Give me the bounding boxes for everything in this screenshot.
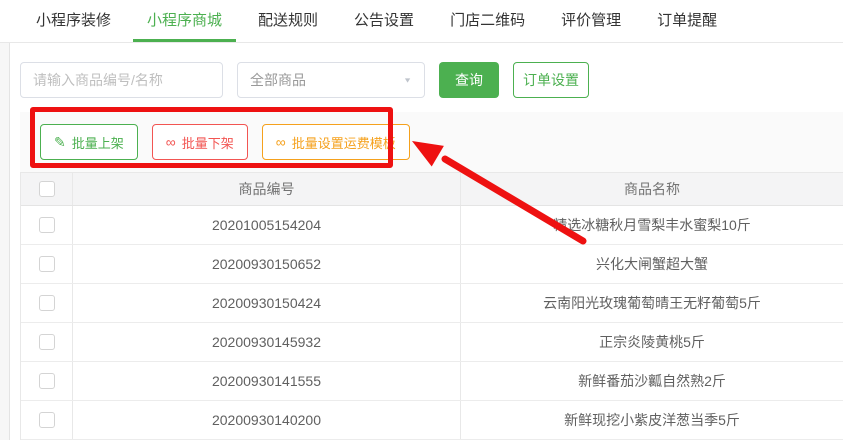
row-checkbox[interactable] [38,295,55,311]
batch-button-label: 批量下架 [181,135,234,151]
search-input[interactable] [20,62,223,98]
row-checkbox-cell [21,245,73,283]
tab[interactable]: 门店二维码 [436,0,539,42]
tab-label: 评价管理 [561,12,622,29]
tab-label: 订单提醒 [657,12,718,29]
category-select-value: 全部商品 [250,72,306,88]
table-row: 20200930150424 云南阳光玫瑰葡萄晴王无籽葡萄5斤 [21,284,843,323]
batch-button-icon: ∞ [275,134,286,150]
tab[interactable]: 评价管理 [547,0,635,42]
table-row: 20200930141555 新鲜番茄沙瓤自然熟2斤 [21,362,843,401]
query-button[interactable]: 查询 [439,62,499,98]
filter-bar: 全部商品 ▼ 查询 订单设置 [20,62,843,98]
product-name-cell: 云南阳光玫瑰葡萄晴王无籽葡萄5斤 [543,295,761,311]
batch-button[interactable]: ∞ 批量设置运费模板 [261,124,410,160]
tab[interactable]: 订单提醒 [643,0,731,42]
column-header-product-id: 商品编号 [73,173,461,205]
row-checkbox[interactable] [38,373,55,389]
row-checkbox-cell [21,284,73,322]
product-name-cell: 新鲜番茄沙瓤自然熟2斤 [578,373,726,389]
batch-button-icon: ∞ [165,134,176,150]
column-header-product-name: 商品名称 [624,181,680,197]
product-id-cell: 20200930141555 [73,362,461,400]
table-row: 20200930140200 新鲜现挖小紫皮洋葱当季5斤 [21,401,843,440]
batch-button-icon: ✎ [54,134,66,150]
batch-button-label: 批量上架 [71,135,124,151]
row-checkbox-cell [21,206,73,244]
product-name-cell: 精选冰糖秋月雪梨丰水蜜梨10斤 [553,217,751,233]
batch-button[interactable]: ✎ 批量上架 [40,124,138,160]
product-id-cell: 20200930145932 [73,323,461,361]
product-name-cell: 兴化大闸蟹超大蟹 [596,256,708,272]
chevron-down-icon: ▼ [403,76,412,84]
product-id-cell: 20201005154204 [73,206,461,244]
row-checkbox[interactable] [38,334,55,350]
tab-label: 门店二维码 [450,12,526,29]
tab-label: 小程序商城 [147,12,223,29]
product-table: 商品编号 商品名称 20201005154204 精选冰糖秋月雪梨丰水蜜梨10斤 [20,172,843,440]
table-row: 20201005154204 精选冰糖秋月雪梨丰水蜜梨10斤 [21,206,843,245]
batch-button-label: 批量设置运费模板 [291,135,396,151]
category-select[interactable]: 全部商品 ▼ [237,62,425,98]
page-left-gutter [0,43,10,440]
table-body: 20201005154204 精选冰糖秋月雪梨丰水蜜梨10斤 202009301… [21,206,843,440]
product-name-cell: 正宗炎陵黄桃5斤 [599,334,705,350]
row-checkbox-cell [21,362,73,400]
row-checkbox[interactable] [38,256,55,272]
row-checkbox[interactable] [38,217,55,233]
tab-label: 配送规则 [258,12,319,29]
mini-program-admin-page: 小程序装修 小程序商城 配送规则 公告设置 门店二维码 评价管理 订单提醒 请输… [0,0,843,440]
select-all-cell [21,173,73,205]
tab-label: 公告设置 [354,12,415,29]
tab[interactable]: 公告设置 [340,0,428,42]
row-checkbox[interactable] [38,412,55,428]
batch-toolbar: ✎ 批量上架 ∞ 批量下架 ∞ 批量设置运费模板 [20,112,843,172]
select-all-checkbox[interactable] [38,181,55,197]
tab[interactable]: 小程序商城 [133,0,237,42]
tab-label: 小程序装修 [36,12,112,29]
row-checkbox-cell [21,323,73,361]
product-id-cell: 20200930150424 [73,284,461,322]
product-name-cell: 新鲜现挖小紫皮洋葱当季5斤 [564,412,740,428]
batch-button[interactable]: ∞ 批量下架 [151,124,248,160]
order-settings-button[interactable]: 订单设置 [513,62,589,98]
tab[interactable]: 配送规则 [244,0,332,42]
table-row: 20200930145932 正宗炎陵黄桃5斤 [21,323,843,362]
product-id-cell: 20200930150652 [73,245,461,283]
product-id-cell: 20200930140200 [73,401,461,439]
table-header-row: 商品编号 商品名称 [21,173,843,206]
row-checkbox-cell [21,401,73,439]
table-row: 20200930150652 兴化大闸蟹超大蟹 [21,245,843,284]
tab-bar: 小程序装修 小程序商城 配送规则 公告设置 门店二维码 评价管理 订单提醒 [0,0,843,43]
tab[interactable]: 小程序装修 [22,0,125,42]
